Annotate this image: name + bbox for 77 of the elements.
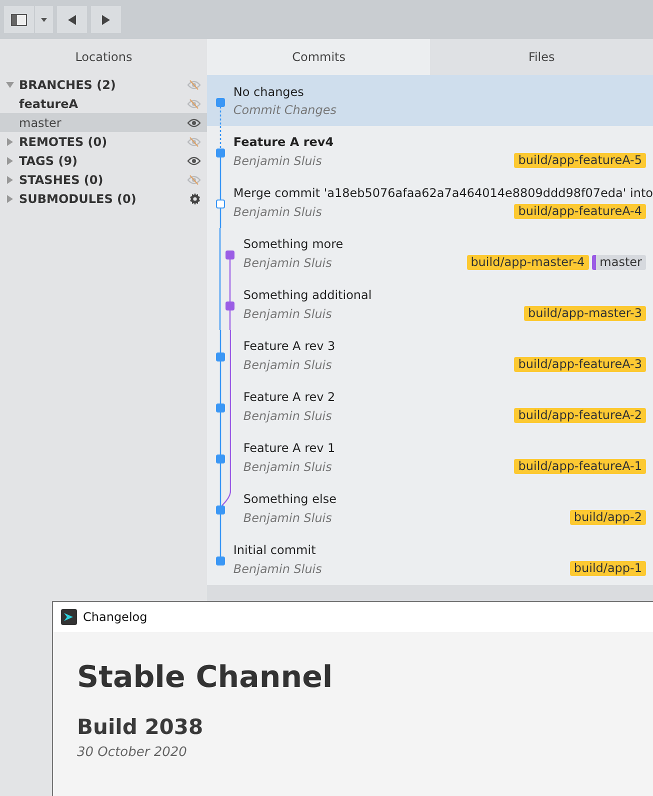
branch-item[interactable]: master — [0, 113, 208, 132]
commit-author: Benjamin Sluis — [243, 358, 333, 372]
release-date: 30 October 2020 — [77, 745, 188, 760]
section-label: STASHES (0) — [19, 172, 104, 186]
expanded-arrow-icon[interactable] — [6, 80, 14, 88]
commit-message: No changes — [233, 84, 305, 98]
section-label: SUBMODULES (0) — [19, 192, 138, 206]
commit-message: Feature A rev 3 — [243, 339, 336, 353]
collapsed-arrow-icon[interactable] — [6, 156, 14, 164]
tag-label: build/app-master-3 — [524, 306, 646, 321]
commit-author: Benjamin Sluis — [243, 256, 333, 270]
commit-author: Benjamin Sluis — [243, 408, 333, 422]
eye-slash-icon[interactable] — [187, 98, 202, 108]
sidebar-toggle-icon — [11, 14, 27, 26]
collapsed-arrow-icon[interactable] — [6, 176, 14, 184]
commit-graph-drawing — [216, 381, 232, 432]
dropdown-button[interactable] — [35, 6, 53, 33]
eye-slash-icon[interactable] — [187, 174, 202, 184]
branch-item[interactable]: featureA — [0, 94, 208, 113]
tag-label: build/app-featureA-4 — [514, 204, 646, 219]
section-label: TAGS (9) — [19, 154, 79, 168]
commit-message: Something additional — [243, 288, 373, 302]
tab[interactable]: Files — [430, 39, 653, 75]
commit-row[interactable]: No changes Commit Changes — [207, 75, 653, 126]
commit-author: Benjamin Sluis — [233, 204, 323, 218]
eye-slash-icon[interactable] — [187, 136, 202, 146]
eye-icon[interactable] — [187, 118, 202, 128]
sidebar-section[interactable]: SUBMODULES (0) — [0, 189, 208, 208]
forward-button[interactable] — [91, 6, 121, 33]
eye-slash-icon[interactable] — [187, 80, 202, 90]
tag-label: build/app-2 — [570, 510, 646, 525]
forward-arrow-icon — [102, 14, 110, 24]
commit-author: Benjamin Sluis — [233, 562, 323, 576]
commit-message: Something else — [243, 492, 338, 506]
commit-message: Feature A rev4 — [233, 135, 335, 149]
window-title: Changelog — [83, 610, 148, 624]
commit-message: Merge commit 'a18eb5076afaa62a7a464014e8809ddd98f07eda' into — [233, 186, 653, 200]
collapsed-arrow-icon[interactable] — [6, 194, 14, 202]
sidebar-section[interactable]: TAGS (9) — [0, 151, 208, 170]
sidebar-section[interactable]: REMOTES (0) — [0, 132, 208, 151]
commit-graph-drawing — [216, 432, 232, 483]
tag-label: build/app-master-4 — [466, 255, 589, 270]
back-arrow-icon — [68, 14, 76, 24]
sidebar-section[interactable]: STASHES (0) — [0, 170, 208, 189]
collapsed-arrow-icon[interactable] — [6, 138, 14, 146]
sidebar-toggle-button[interactable] — [4, 6, 34, 33]
caret-icon — [41, 18, 47, 22]
commit-graph-drawing — [216, 330, 232, 381]
commit-author: Benjamin Sluis — [243, 460, 333, 474]
changelog-heading: Stable Channel — [77, 660, 334, 695]
tag-label: build/app-featureA-1 — [514, 459, 646, 474]
branch-name: featureA — [19, 96, 80, 110]
commit-author: Benjamin Sluis — [243, 306, 333, 320]
commit-graph-drawing — [219, 279, 235, 330]
back-button[interactable] — [57, 6, 87, 33]
tag-label: build/app-featureA-3 — [514, 357, 646, 372]
section-label: REMOTES (0) — [19, 134, 108, 148]
tab[interactable]: Commits — [207, 39, 430, 75]
commit-author: Benjamin Sluis — [243, 510, 333, 524]
branch-label: master — [592, 255, 646, 270]
section-label: BRANCHES (2) — [19, 78, 117, 92]
build-heading: Build 2038 — [77, 715, 204, 739]
tag-label: build/app-featureA-2 — [514, 408, 646, 423]
app-icon — [61, 609, 77, 625]
commit-message: Feature A rev 2 — [243, 390, 336, 404]
sidebar-section[interactable]: BRANCHES (2) — [0, 75, 208, 94]
tag-label: build/app-1 — [570, 561, 646, 576]
commit-author: Commit Changes — [233, 102, 338, 116]
commit-message: Feature A rev 1 — [243, 441, 336, 455]
commit-message: Initial commit — [233, 543, 317, 557]
tag-label: build/app-featureA-5 — [514, 153, 646, 168]
settings-icon[interactable] — [189, 192, 202, 204]
eye-icon[interactable] — [187, 156, 202, 166]
branch-name: master — [19, 116, 62, 130]
sidebar-header: Locations — [74, 49, 134, 66]
commit-message: Something more — [243, 237, 344, 251]
commit-author: Benjamin Sluis — [233, 154, 323, 168]
